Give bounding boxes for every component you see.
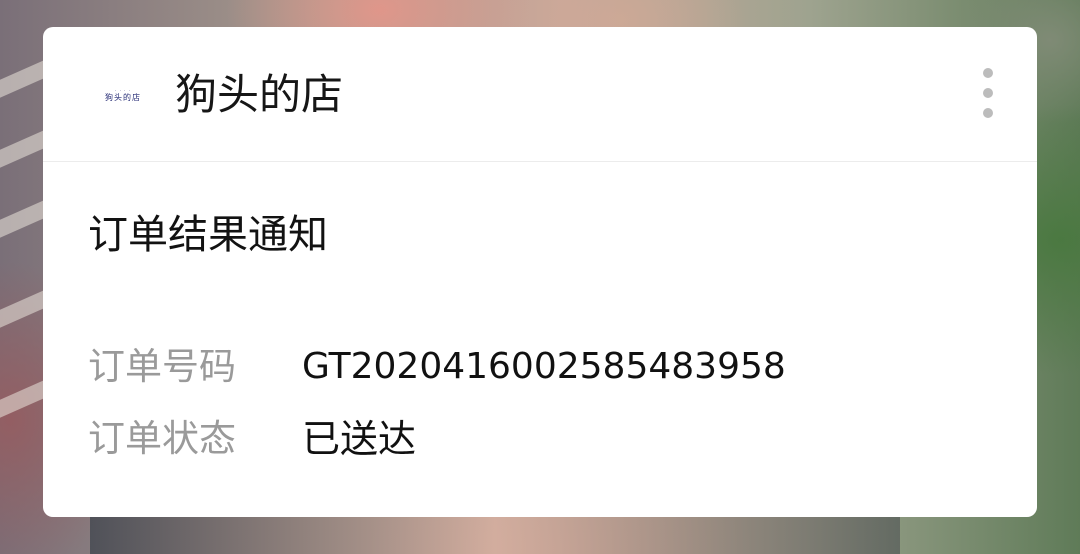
background-stripe	[0, 200, 44, 238]
shop-logo-text: 狗头的店	[105, 92, 141, 102]
notification-title: 订单结果通知	[88, 212, 328, 258]
background-stripe	[0, 60, 44, 98]
background-stripe	[0, 380, 44, 418]
background-stripe	[0, 290, 44, 328]
menu-dot	[983, 88, 993, 98]
order-status-label: 订单状态	[88, 417, 236, 460]
more-vertical-icon[interactable]	[973, 65, 1003, 125]
background-stripe	[0, 130, 44, 168]
menu-dot	[983, 108, 993, 118]
background-strip	[90, 517, 900, 554]
menu-dot	[983, 68, 993, 78]
shop-name[interactable]: 狗头的店	[175, 67, 343, 123]
order-number-label: 订单号码	[88, 345, 236, 388]
shop-logo: · · · · 狗头的店	[105, 87, 141, 102]
order-number-value: GT2020416002585483958	[302, 346, 786, 387]
order-notification-card[interactable]: · · · · 狗头的店 狗头的店 订单结果通知 订单号码 GT20204160…	[43, 27, 1037, 517]
notification-header: · · · · 狗头的店 狗头的店	[43, 27, 1037, 162]
order-status-value: 已送达	[302, 417, 417, 461]
